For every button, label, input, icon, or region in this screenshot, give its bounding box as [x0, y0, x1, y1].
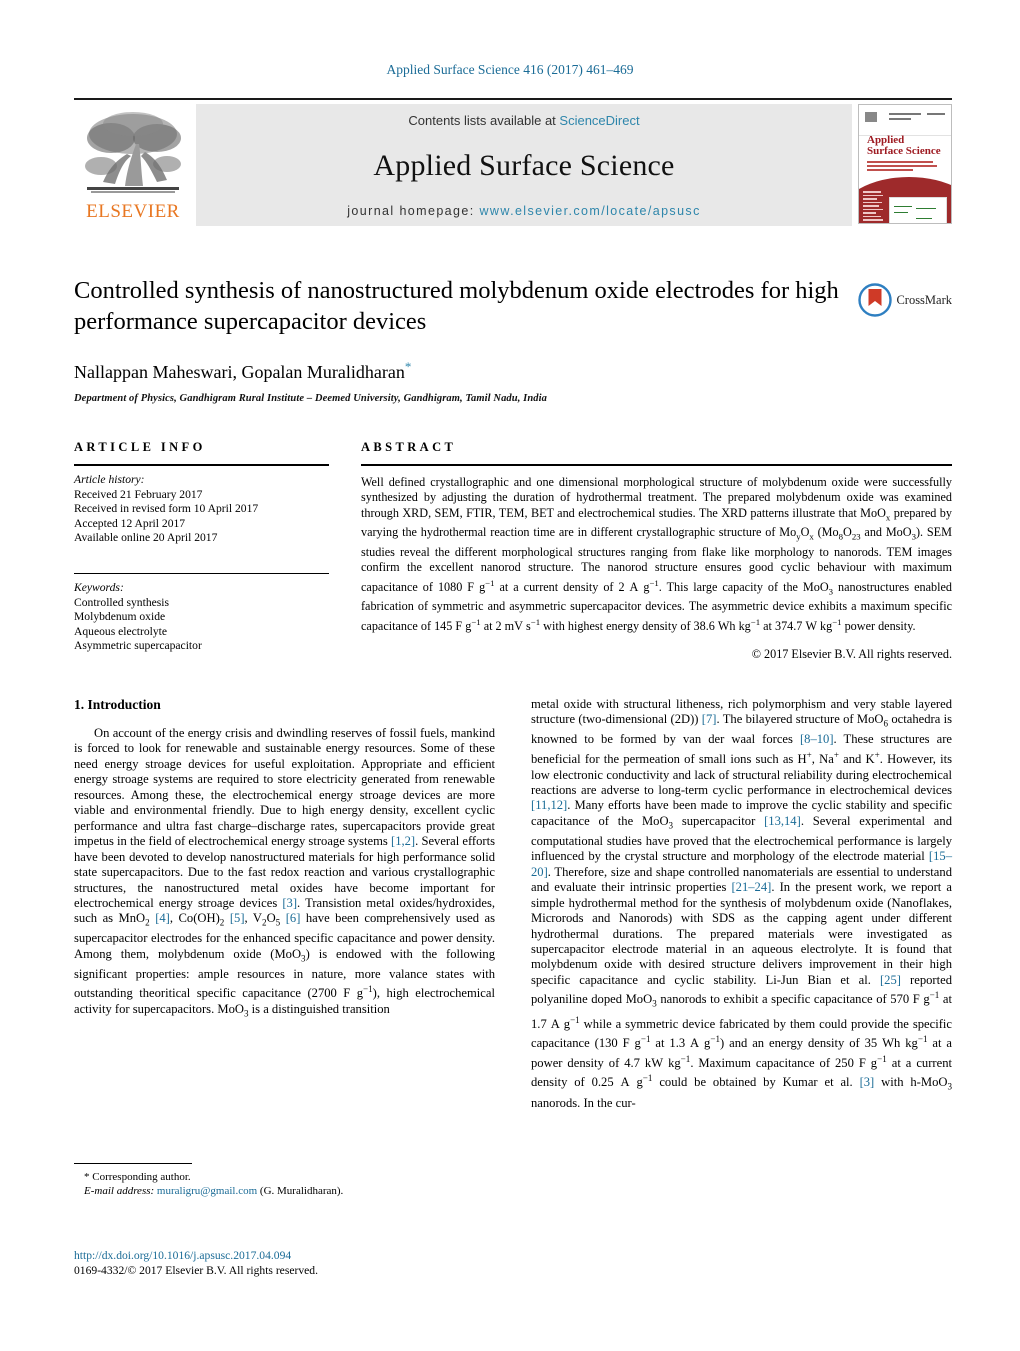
citation-ref[interactable]: [13,14]	[764, 814, 801, 828]
article-title: Controlled synthesis of nanostructured m…	[74, 277, 839, 335]
affiliation: Department of Physics, Gandhigram Rural …	[74, 393, 548, 404]
body-columns: 1. Introduction On account of the energy…	[74, 697, 952, 1111]
intro-paragraph-right: metal oxide with structural litheness, r…	[531, 697, 953, 1110]
journal-homepage-link[interactable]: www.elsevier.com/locate/apsusc	[479, 204, 700, 218]
citation-ref[interactable]: [4]	[155, 911, 170, 925]
doi-block: http://dx.doi.org/10.1016/j.apsusc.2017.…	[74, 1248, 574, 1278]
keyword-item: Molybdenum oxide	[74, 610, 166, 624]
article-info-heading: ARTICLE INFO	[74, 440, 206, 454]
sciencedirect-link[interactable]: ScienceDirect	[559, 113, 639, 128]
info-abstract-row: ARTICLE INFO Article history: Received 2…	[74, 440, 952, 663]
citation-ref[interactable]: [3]	[282, 896, 297, 910]
crossmark-label: CrossMark	[896, 292, 952, 307]
corresponding-author-marker: *	[404, 359, 412, 374]
elsevier-tree-icon	[85, 112, 181, 193]
cover-header-strip	[859, 105, 951, 136]
citation-ref[interactable]: [3]	[860, 1076, 875, 1090]
cover-journal-name: Applied Surface Science	[867, 135, 941, 157]
citation-ref[interactable]: [6]	[286, 911, 301, 925]
article-info-column: ARTICLE INFO Article history: Received 2…	[74, 440, 329, 663]
abstract-column: ABSTRACT Well defined crystallographic a…	[361, 440, 952, 663]
authors-names: Nallappan Maheswari, Gopalan Muralidhara…	[74, 362, 405, 382]
body-column-left: 1. Introduction On account of the energy…	[74, 697, 495, 1111]
abstract-text: Well defined crystallographic and one di…	[361, 475, 952, 633]
abstract-copyright: © 2017 Elsevier B.V. All rights reserved…	[751, 647, 952, 662]
footnote-block: * Corresponding author. E-mail address: …	[74, 1163, 495, 1198]
keyword-item: Asymmetric supercapacitor	[74, 639, 202, 653]
email-owner: (G. Muralidharan).	[259, 1185, 344, 1197]
journal-banner: Contents lists available at ScienceDirec…	[196, 104, 852, 226]
crossmark-icon	[858, 283, 893, 317]
intro-paragraph-left: On account of the energy crisis and dwin…	[74, 726, 496, 1019]
corresponding-author-note: * Corresponding author.	[84, 1171, 191, 1183]
keywords-label: Keywords:	[74, 580, 124, 594]
cover-journal-line2: Surface Science	[867, 145, 941, 157]
contents-lists-line: Contents lists available at ScienceDirec…	[408, 113, 639, 128]
email-link[interactable]: muraligru@gmail.com	[157, 1185, 257, 1197]
issn-copyright-line: 0169-4332/© 2017 Elsevier B.V. All right…	[74, 1264, 318, 1277]
homepage-prefix: journal homepage:	[347, 204, 480, 218]
cover-subtitle-lines	[867, 161, 941, 173]
citation-ref[interactable]: [11,12]	[531, 798, 567, 812]
history-item: Received in revised form 10 April 2017	[74, 502, 259, 516]
cover-contents-list	[863, 191, 885, 223]
body-column-right: metal oxide with structural litheness, r…	[531, 697, 952, 1111]
keyword-item: Controlled synthesis	[74, 595, 170, 609]
elsevier-wordmark: ELSEVIER	[86, 201, 180, 222]
paper-page: Applied Surface Science 416 (2017) 461–4…	[0, 0, 1020, 1351]
title-block: Controlled synthesis of nanostructured m…	[74, 275, 952, 404]
introduction-heading: 1. Introduction	[74, 697, 161, 712]
journal-title: Applied Surface Science	[373, 149, 675, 182]
elsevier-logo: ELSEVIER	[74, 104, 192, 226]
cover-figure	[889, 197, 947, 223]
email-note: E-mail address: muraligru@gmail.com (G. …	[74, 1184, 495, 1198]
citation-ref[interactable]: [1,2]	[391, 834, 415, 848]
article-history-group: Article history: Received 21 February 20…	[74, 466, 329, 555]
citation-ref[interactable]: [7]	[702, 712, 717, 726]
citation-ref[interactable]: [15–20]	[531, 849, 952, 878]
history-item: Available online 20 April 2017	[74, 531, 218, 545]
keyword-item: Aqueous electrolyte	[74, 624, 168, 638]
history-item: Accepted 12 April 2017	[74, 516, 186, 530]
keywords-group: Keywords: Controlled synthesis Molybdenu…	[74, 574, 329, 663]
citation-ref[interactable]: [8–10]	[800, 732, 834, 746]
author-list: Nallappan Maheswari, Gopalan Muralidhara…	[74, 359, 952, 383]
citation-ref[interactable]: [5]	[230, 911, 245, 925]
email-label: E-mail address:	[84, 1185, 155, 1197]
contents-prefix: Contents lists available at	[408, 113, 560, 128]
citation-ref[interactable]: [21–24]	[731, 880, 771, 894]
journal-homepage-line: journal homepage: www.elsevier.com/locat…	[347, 204, 700, 218]
journal-masthead: ELSEVIER Contents lists available at Sci…	[74, 98, 952, 226]
abstract-heading: ABSTRACT	[361, 440, 457, 454]
running-head: Applied Surface Science 416 (2017) 461–4…	[386, 62, 634, 77]
footnote-rule	[74, 1163, 192, 1164]
crossmark-badge[interactable]: CrossMark	[858, 283, 952, 317]
article-history-label: Article history:	[74, 473, 145, 486]
citation-ref[interactable]: [25]	[880, 973, 901, 987]
doi-link[interactable]: http://dx.doi.org/10.1016/j.apsusc.2017.…	[74, 1248, 574, 1263]
history-item: Received 21 February 2017	[74, 487, 203, 501]
journal-cover-thumbnail: Applied Surface Science	[858, 104, 952, 224]
